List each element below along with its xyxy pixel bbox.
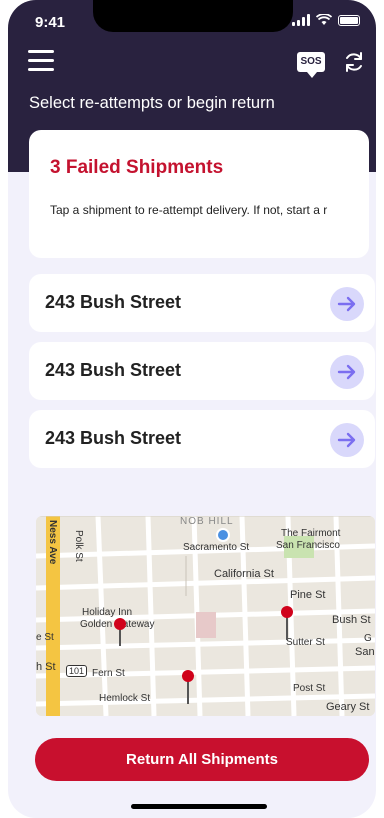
card-description: Tap a shipment to re-attempt delivery. I… [50, 203, 328, 217]
arrow-right-icon[interactable] [330, 423, 364, 457]
map-markers [114, 528, 293, 704]
status-time: 9:41 [35, 14, 66, 31]
arrow-right-icon[interactable] [330, 287, 364, 321]
page-subtitle: Select re-attempts or begin return [29, 94, 275, 112]
arrow-right-icon[interactable] [330, 355, 364, 389]
shipment-item[interactable]: 243 Bush Street [29, 342, 375, 400]
phone-screen: 9:41 SOS Select re-attempts or begin ret… [8, 0, 376, 818]
shipment-address: 243 Bush Street [45, 360, 182, 380]
sos-icon[interactable]: SOS [297, 52, 325, 78]
failed-shipments-card: 3 Failed Shipments Tap a shipment to re-… [29, 130, 369, 258]
wifi-icon [316, 14, 332, 25]
shipment-item[interactable]: 243 Bush Street [29, 410, 375, 468]
refresh-icon[interactable] [342, 50, 366, 74]
home-indicator [131, 804, 267, 809]
card-title: 3 Failed Shipments [50, 157, 224, 178]
current-location-icon [216, 528, 230, 542]
device-notch [93, 0, 293, 32]
battery-icon [338, 14, 360, 26]
shipment-address: 243 Bush Street [45, 292, 182, 312]
status-icons [292, 14, 360, 26]
shipment-address: 243 Bush Street [45, 428, 182, 448]
map-pin-icon [182, 670, 194, 704]
menu-icon[interactable] [28, 50, 54, 72]
map-pin-icon [281, 606, 293, 640]
map-pin-icon [114, 618, 126, 646]
return-all-button[interactable]: Return All Shipments [35, 738, 369, 781]
signal-icon [292, 14, 310, 26]
shipment-item[interactable]: 243 Bush Street [29, 274, 375, 332]
shipment-map[interactable]: NOB HILL The Fairmont San Francisco Sacr… [36, 516, 375, 716]
